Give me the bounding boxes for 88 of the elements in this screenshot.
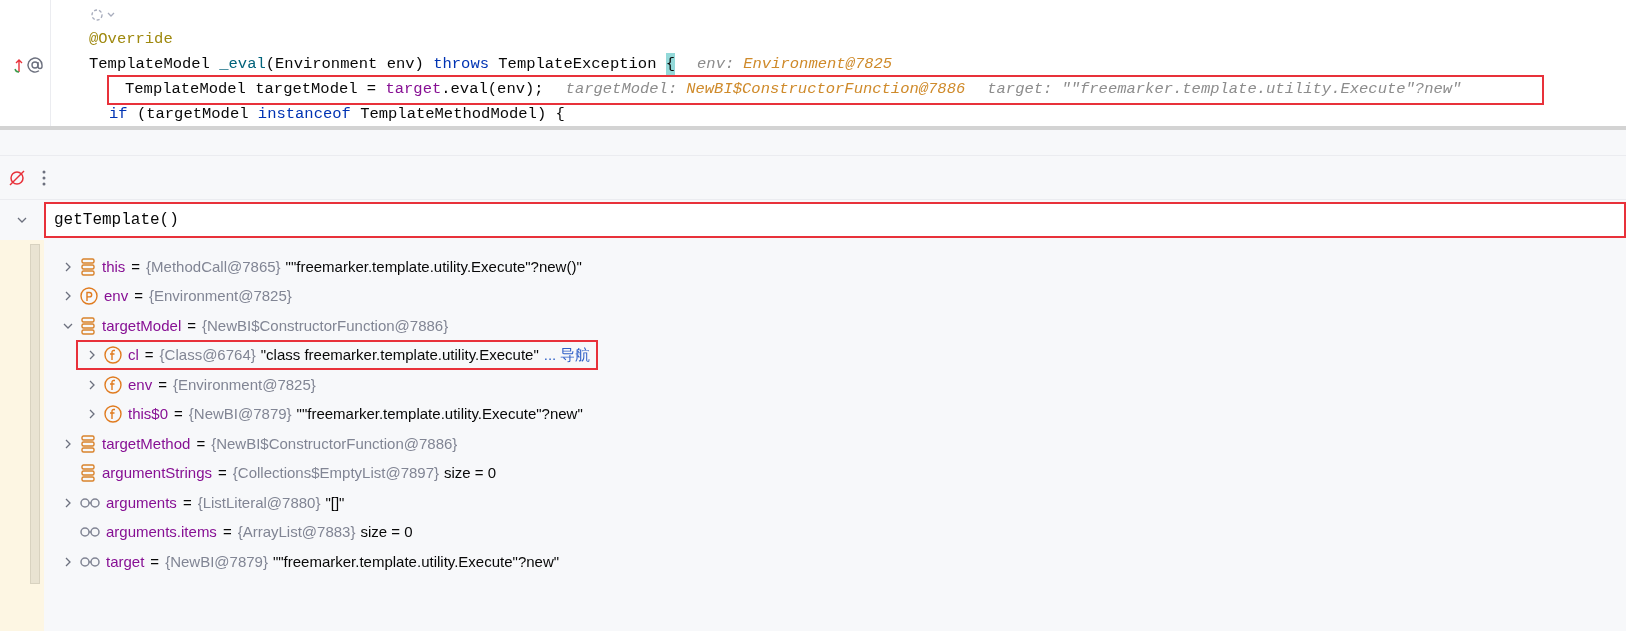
stacked-bars-icon — [80, 464, 96, 483]
stacked-bars-icon — [80, 434, 96, 453]
code-token: instanceof — [257, 103, 351, 125]
variable-name: arguments.items — [106, 523, 217, 540]
variable-row[interactable]: argumentStrings = {Collections$EmptyList@7897} size = 0 — [60, 458, 505, 489]
equals-sign: = — [174, 405, 183, 422]
equals-sign: = — [187, 316, 196, 334]
object-reference: {Class@6764} — [159, 346, 256, 363]
f-circle-icon — [104, 375, 122, 394]
variable-row[interactable]: this$0 = {NewBI@7879} ""freemarker.template.utility.Execute"?new" — [84, 399, 591, 430]
equals-sign: = — [134, 287, 143, 304]
object-reference: {Collections$EmptyList@7897} — [232, 464, 439, 481]
scrollbar[interactable] — [30, 244, 40, 584]
variable-name: argumentStrings — [102, 464, 213, 481]
inline-hint-label: target: — [987, 78, 1053, 100]
variable-row[interactable]: arguments.items = {ArrayList@7883} size = 0 — [60, 517, 421, 548]
code-token: _eval — [219, 53, 266, 75]
variable-name: targetModel — [102, 316, 182, 334]
object-reference: {NewBI@7879} — [188, 405, 292, 422]
variable-name: target — [106, 552, 145, 570]
navigate-link[interactable]: ... 导航 — [543, 346, 591, 363]
code-token: .eval(env); — [441, 78, 544, 100]
variable-name: this — [102, 257, 126, 275]
variable-row[interactable]: targetModel = {NewBI$ConstructorFunction@7886} — [60, 310, 457, 341]
inline-hint-label: env: — [697, 53, 735, 75]
inline-hint-value: NewBI$ConstructorFunction@7886 — [686, 78, 966, 100]
variable-row[interactable]: targetMethod = {NewBI$ConstructorFunction@7886} — [60, 428, 466, 459]
variable-value: size = 0 — [444, 464, 497, 481]
equals-sign: = — [150, 552, 160, 570]
variable-row[interactable]: this = {MethodCall@7865} ""freemarker.template.utility.Execute"?new()" — [60, 251, 590, 282]
variable-row[interactable]: env = {Environment@7825} — [84, 369, 324, 400]
equals-sign: = — [196, 434, 206, 452]
object-reference: {NewBI$ConstructorFunction@7886} — [202, 316, 449, 334]
object-reference: {NewBI@7879} — [165, 552, 268, 570]
code-token: TemplateException — [497, 53, 658, 75]
object-reference: {ArrayList@7883} — [237, 523, 356, 540]
variable-name: cl — [128, 346, 139, 363]
variable-row[interactable]: env = {Environment@7825} — [60, 281, 300, 312]
highlighted-variable-row[interactable]: cl = {Class@6764} "class freemarker.template.utility.Execute" ... 导航 — [76, 340, 599, 371]
code-token: (targetModel — [135, 103, 250, 125]
f-circle-icon — [104, 346, 122, 365]
p-circle-icon — [80, 287, 98, 306]
more-options-icon[interactable] — [42, 169, 46, 186]
variable-name: env — [104, 287, 129, 304]
variable-value: ""freemarker.template.utility.Execute"?new" — [272, 552, 560, 570]
variable-name: targetMethod — [102, 434, 191, 452]
code-token: (Environment env) — [265, 53, 425, 75]
variable-row[interactable]: target = {NewBI@7879} ""freemarker.template.utility.Execute"?new" — [60, 546, 568, 577]
variable-value: "[]" — [325, 493, 345, 511]
equals-sign: = — [182, 493, 192, 511]
variable-row[interactable]: arguments = {ListLiteral@7880} "[]" — [60, 487, 353, 518]
evaluate-expression-field[interactable]: getTemplate() — [44, 202, 1626, 238]
glasses-icon — [80, 526, 100, 539]
code-token: TemplateModel — [89, 53, 211, 75]
code-token: TemplateModel targetModel = — [125, 78, 378, 100]
glasses-icon — [80, 555, 100, 568]
variable-value: ""freemarker.template.utility.Execute"?new()" — [285, 257, 582, 275]
object-reference: {ListLiteral@7880} — [197, 493, 321, 511]
equals-sign: = — [144, 346, 154, 363]
at-sign-icon[interactable] — [26, 55, 44, 74]
variable-value: size = 0 — [360, 523, 413, 540]
variable-name: this$0 — [128, 405, 169, 422]
code-token: @Override — [89, 28, 173, 50]
object-reference: {MethodCall@7865} — [146, 257, 281, 275]
code-token: { — [665, 52, 676, 77]
equals-sign: = — [131, 257, 141, 275]
variable-value: "class freemarker.template.utility.Execute" — [260, 346, 539, 363]
equals-sign: = — [222, 523, 232, 540]
inline-hint-label: targetModel: — [565, 78, 678, 100]
glasses-icon — [80, 496, 100, 509]
mute-breakpoints-icon[interactable] — [8, 168, 26, 187]
object-reference: {Environment@7825} — [172, 375, 316, 393]
inline-hint-value: Environment@7825 — [743, 53, 893, 75]
stacked-bars-icon — [80, 316, 96, 335]
variable-value: ""freemarker.template.utility.Execute"?new" — [296, 405, 583, 422]
code-token: if — [109, 103, 128, 125]
object-reference: {NewBI$ConstructorFunction@7886} — [211, 434, 458, 452]
code-token: target — [385, 78, 442, 100]
inline-hint-value: ""freemarker.template.utility.Execute"?new" — [1061, 78, 1462, 100]
variable-name: arguments — [106, 493, 177, 511]
f-circle-icon — [104, 405, 122, 424]
object-reference: {Environment@7825} — [148, 287, 292, 304]
equals-sign: = — [158, 375, 167, 393]
code-token: throws — [433, 53, 489, 75]
variable-name: env — [128, 375, 153, 393]
stacked-bars-icon — [80, 257, 96, 276]
code-token: TemplateMethodModel) { — [359, 103, 565, 125]
equals-sign: = — [218, 464, 227, 481]
